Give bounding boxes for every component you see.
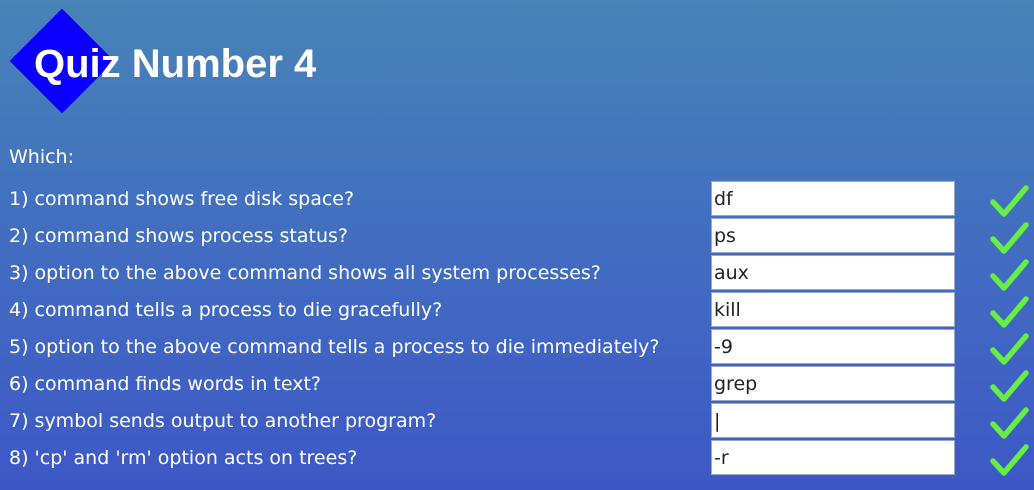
- answer-input[interactable]: [711, 440, 955, 475]
- check-icon: [990, 370, 1029, 402]
- check-icon: [990, 222, 1029, 254]
- check-icon: [990, 259, 1029, 291]
- quiz-intro: Which:: [9, 146, 74, 168]
- check-icon: [990, 296, 1029, 328]
- question-label: 4) command tells a process to die gracef…: [9, 299, 443, 321]
- question-label: 7) symbol sends output to another progra…: [9, 410, 437, 432]
- question-label: 3) option to the above command shows all…: [9, 262, 601, 284]
- question-label: 2) command shows process status?: [9, 225, 348, 247]
- answer-input[interactable]: [711, 329, 955, 364]
- question-label: 6) command finds words in text?: [9, 373, 322, 395]
- answer-input[interactable]: [711, 255, 955, 290]
- answer-input[interactable]: [711, 181, 955, 216]
- question-label: 5) option to the above command tells a p…: [9, 336, 660, 358]
- check-icon: [990, 444, 1029, 476]
- answer-input[interactable]: [711, 292, 955, 327]
- page-title: Quiz Number 4: [34, 42, 317, 86]
- check-icon: [990, 333, 1029, 365]
- answer-input[interactable]: [711, 366, 955, 401]
- answer-input[interactable]: [711, 403, 955, 438]
- check-icon: [990, 185, 1029, 217]
- answer-input[interactable]: [711, 218, 955, 253]
- check-icon: [990, 407, 1029, 439]
- question-label: 8) 'cp' and 'rm' option acts on trees?: [9, 447, 358, 469]
- question-label: 1) command shows free disk space?: [9, 188, 355, 210]
